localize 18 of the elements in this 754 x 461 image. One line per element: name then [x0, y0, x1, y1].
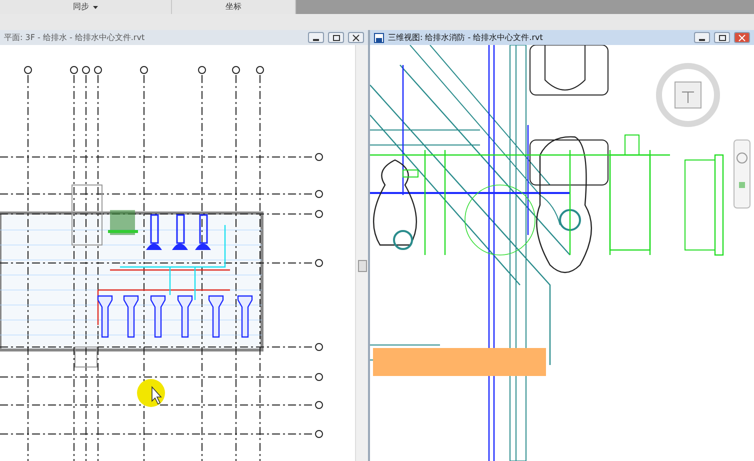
minimize-icon [313, 38, 319, 40]
minimize-icon [699, 38, 705, 40]
close-icon [736, 32, 748, 42]
window-title: 平面: 3F - 给排水 - 给排水中心文件.rvt [4, 34, 145, 42]
ribbon-panel-label[interactable]: 坐标 [172, 0, 296, 14]
document-icon [374, 32, 384, 42]
close-button[interactable] [348, 32, 364, 43]
minimize-button[interactable] [694, 32, 710, 43]
cursor-icon [152, 386, 162, 405]
scrollbar[interactable] [355, 45, 368, 461]
restore-icon [716, 32, 728, 42]
restore-button[interactable] [328, 32, 344, 43]
minimize-button[interactable] [308, 32, 324, 43]
restore-icon [330, 32, 342, 42]
close-icon [350, 32, 362, 42]
window-title: 三维视图: 给排水消防 - 给排水中心文件.rvt [388, 34, 543, 42]
ribbon-panel-label[interactable]: 同步 [0, 0, 172, 14]
restore-button[interactable] [714, 32, 730, 43]
